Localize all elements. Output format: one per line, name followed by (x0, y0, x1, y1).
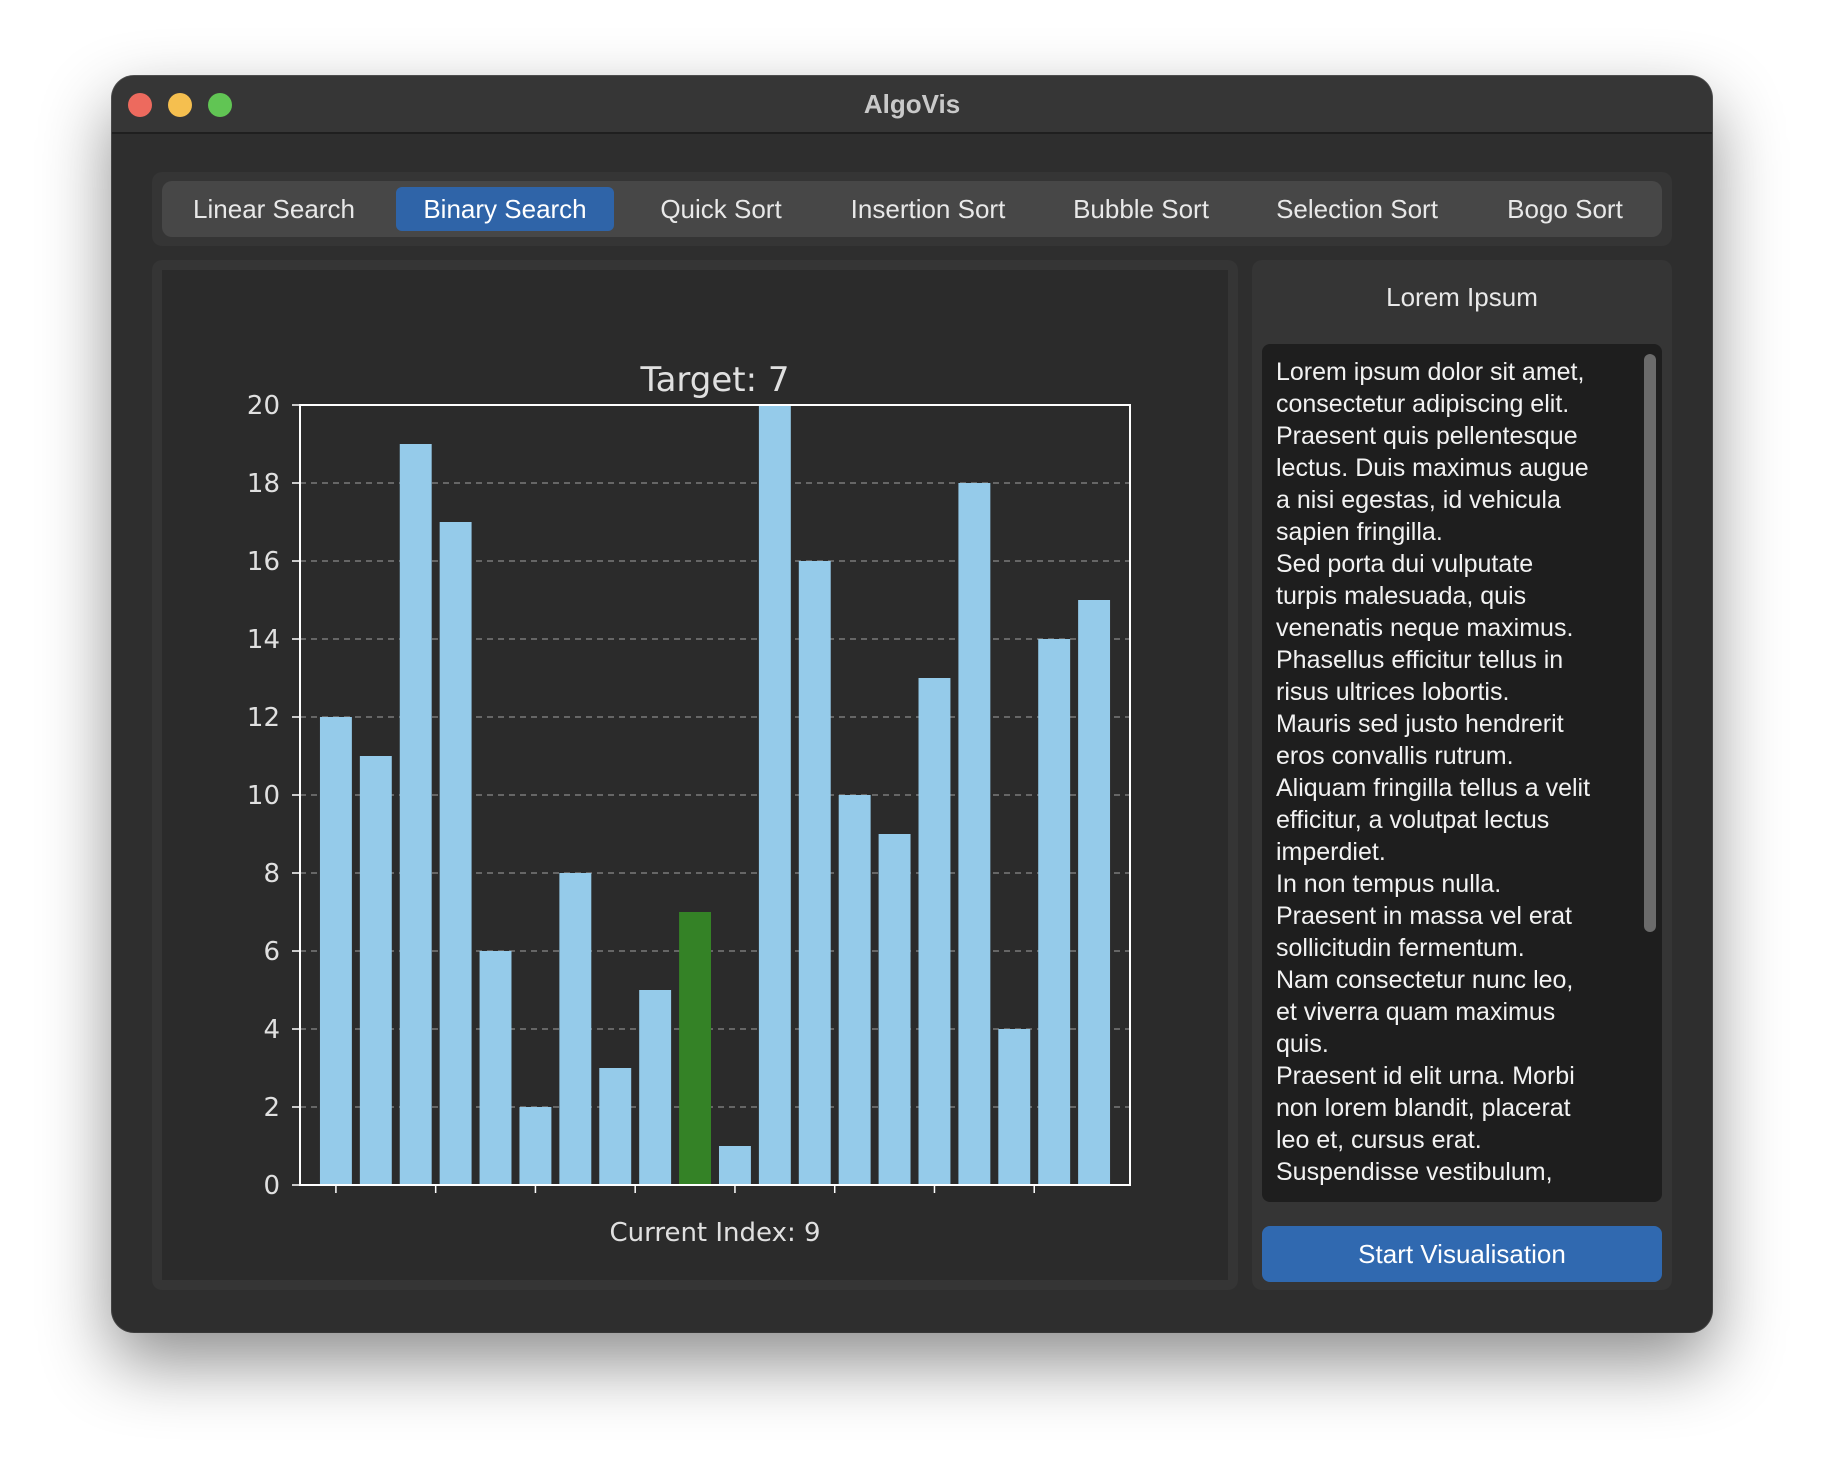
y-axis: 0 2 4 6 8 10 12 14 16 18 20 (247, 391, 300, 1201)
y-tick-label: 18 (247, 469, 280, 499)
bar (399, 444, 432, 1185)
description-line: lectus. Duis maximus augue (1276, 454, 1589, 482)
bar (519, 1107, 552, 1185)
description-line: Lorem ipsum dolor sit amet, (1276, 358, 1585, 386)
y-tick-label: 20 (247, 391, 280, 421)
bars (319, 405, 1111, 1185)
y-tick-label: 10 (247, 781, 280, 811)
chart-panel: 0 2 4 6 8 10 12 14 16 18 20 Target: 7 Current Inde… (152, 260, 1238, 1290)
chart-area: 0 2 4 6 8 10 12 14 16 18 20 Target: 7 Current Inde… (162, 270, 1228, 1280)
description-line: Aliquam fringilla tellus a velit (1276, 774, 1591, 802)
description-line: leo et, cursus erat. (1276, 1126, 1482, 1154)
y-tick-label: 4 (263, 1015, 280, 1045)
bar (878, 834, 911, 1185)
description-line: eros convallis rutrum. (1276, 742, 1514, 770)
description-text-area[interactable]: Lorem ipsum dolor sit amet, consectetur a… (1262, 344, 1662, 1202)
y-tick-label: 2 (263, 1093, 280, 1123)
tab-linear-search[interactable]: Linear Search (176, 187, 372, 231)
title-bar: AlgoVis (112, 76, 1712, 134)
description-line: efficitur, a volutpat lectus (1276, 806, 1550, 834)
x-axis (335, 1185, 1035, 1193)
bar (918, 678, 951, 1185)
bar (479, 951, 512, 1185)
tab-bar: Linear Search Binary Search Quick Sort I… (162, 181, 1662, 237)
bar (319, 717, 352, 1185)
tab-quick-sort[interactable]: Quick Sort (638, 187, 804, 231)
bar (559, 873, 592, 1185)
bar (639, 990, 672, 1185)
app-window: AlgoVis Linear Search Binary Search Quic… (112, 76, 1712, 1332)
description-line: Praesent id elit urna. Morbi (1276, 1062, 1575, 1090)
description-line: a nisi egestas, id vehicula (1276, 486, 1561, 514)
bar (958, 483, 991, 1185)
description-line: Praesent quis pellentesque (1276, 422, 1578, 450)
description-line: In non tempus nulla. (1276, 870, 1502, 898)
chart-xlabel: Current Index: 9 (609, 1218, 820, 1248)
tab-bubble-sort[interactable]: Bubble Sort (1050, 187, 1232, 231)
description-line: venenatis neque maximus. (1276, 614, 1574, 642)
description-line: sapien fringilla. (1276, 518, 1443, 546)
description-line: sollicitudin fermentum. (1276, 934, 1525, 962)
chart-title: Target: 7 (639, 360, 789, 400)
side-panel: Lorem Ipsum Lorem ipsum dolor sit amet, c… (1252, 260, 1672, 1290)
tab-selection-sort[interactable]: Selection Sort (1254, 187, 1460, 231)
highlighted-bar (679, 912, 712, 1185)
description-text: Lorem ipsum dolor sit amet, consectetur a… (1276, 356, 1626, 1188)
bar (718, 1146, 751, 1185)
window-title: AlgoVis (863, 89, 961, 119)
tab-bogo-sort[interactable]: Bogo Sort (1482, 187, 1648, 231)
description-line: turpis malesuada, quis (1276, 582, 1527, 610)
tab-insertion-sort[interactable]: Insertion Sort (828, 187, 1028, 231)
y-tick-label: 6 (263, 937, 280, 967)
description-line: Nam consectetur nunc leo, (1276, 966, 1574, 994)
description-line: consectetur adipiscing elit. (1276, 390, 1570, 418)
y-tick-label: 14 (247, 625, 280, 655)
side-panel-title: Lorem Ipsum (1386, 282, 1538, 312)
vertical-scrollbar[interactable] (1644, 354, 1656, 932)
description-line: non lorem blandit, placerat (1276, 1094, 1571, 1122)
description-line: Mauris sed justo hendrerit (1276, 710, 1564, 738)
description-line: quis. (1276, 1030, 1329, 1058)
description-line: imperdiet. (1276, 838, 1386, 866)
bar-chart: 0 2 4 6 8 10 12 14 16 18 20 Target: 7 Current Inde… (247, 360, 1131, 1248)
y-tick-label: 12 (247, 703, 280, 733)
tab-binary-search[interactable]: Binary Search (396, 187, 614, 231)
description-line: Praesent in massa vel erat (1276, 902, 1572, 930)
bar (599, 1068, 632, 1185)
bar (838, 795, 871, 1185)
bar (998, 1029, 1031, 1185)
y-tick-label: 0 (263, 1171, 280, 1201)
bar (1078, 600, 1111, 1185)
description-line: Suspendisse vestibulum, (1276, 1158, 1553, 1186)
bar (758, 405, 791, 1185)
bar (1038, 639, 1071, 1185)
description-line: et viverra quam maximus (1276, 998, 1556, 1026)
y-tick-label: 8 (263, 859, 280, 889)
bar (439, 522, 472, 1185)
bar (798, 561, 831, 1185)
start-visualisation-button[interactable]: Start Visualisation (1262, 1226, 1662, 1282)
description-line: risus ultrices lobortis. (1276, 678, 1510, 706)
description-line: Sed porta dui vulputate (1276, 550, 1534, 578)
description-line: Phasellus efficitur tellus in (1276, 646, 1564, 674)
tab-bar-container: Linear Search Binary Search Quick Sort I… (152, 172, 1672, 246)
bar (359, 756, 392, 1185)
y-tick-label: 16 (247, 547, 280, 577)
